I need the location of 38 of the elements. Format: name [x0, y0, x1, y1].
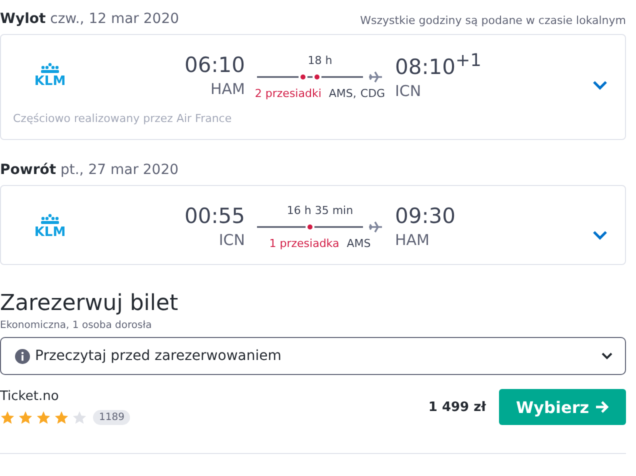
- leg-title: Powrót pt., 27 mar 2020: [0, 162, 179, 178]
- flight-duration: 16 h 35 min: [286, 204, 354, 217]
- star-icon: [54, 410, 69, 425]
- arrival-time: 08:10$^{+1}$: [395, 51, 482, 79]
- price: 1 499 zł: [428, 400, 486, 414]
- flight-duration: 18 h: [308, 54, 332, 66]
- stops-info: 1 przesiadka AMS: [269, 237, 371, 250]
- info-icon: [15, 348, 30, 364]
- star-icon: [0, 410, 15, 425]
- chevron-down-icon[interactable]: [592, 230, 608, 240]
- booking-subtitle: Ekonomiczna, 1 osoba dorosła: [0, 320, 153, 331]
- info-dropdown[interactable]: Przeczytaj przed zarezerwowaniem: [0, 337, 626, 375]
- star-icon: [36, 410, 51, 425]
- provider-name: Ticket.no: [0, 389, 60, 404]
- review-count: 1189: [93, 410, 130, 425]
- departure-time: 00:55: [184, 204, 245, 228]
- departure-airport: ICN: [218, 230, 245, 248]
- flight-card[interactable]: KLM 00:55 ICN 16 h 35 min 1 przesiadka AMS 09:30 HAM: [0, 185, 626, 265]
- stops-info: 2 przesiadki AMS, CDG: [254, 86, 386, 100]
- timezone-note: Wszystkie godziny są podane w czasie lokalnym: [360, 14, 626, 27]
- arrival-airport: ICN: [395, 82, 422, 100]
- arrival-airport: HAM: [395, 230, 430, 248]
- operated-by-note: Częściowo realizowany przez Air France: [13, 112, 233, 125]
- chevron-down-icon[interactable]: [592, 80, 608, 90]
- airline-logo: KLM: [34, 75, 66, 88]
- crown-icon: [38, 63, 62, 75]
- star-icon: [72, 410, 87, 425]
- departure-time: 06:10: [184, 53, 245, 77]
- leg-title: Wylot czw., 12 mar 2020: [0, 11, 180, 27]
- flight-card[interactable]: KLM 06:10 HAM 18 h 2 przesiadki AMS, CDG 08:10$^{+1}$ ICN Częściowo realizowany przez Air France: [0, 34, 626, 140]
- booking-title: Zarezerwuj bilet: [0, 291, 180, 316]
- chevron-down-icon: [601, 352, 613, 360]
- crown-icon: [38, 214, 62, 226]
- arrow-right-icon: [595, 400, 610, 414]
- departure-airport: HAM: [210, 80, 245, 98]
- arrival-time: 09:30: [395, 204, 457, 228]
- star-icon: [18, 410, 33, 425]
- airline-logo: KLM: [34, 226, 66, 238]
